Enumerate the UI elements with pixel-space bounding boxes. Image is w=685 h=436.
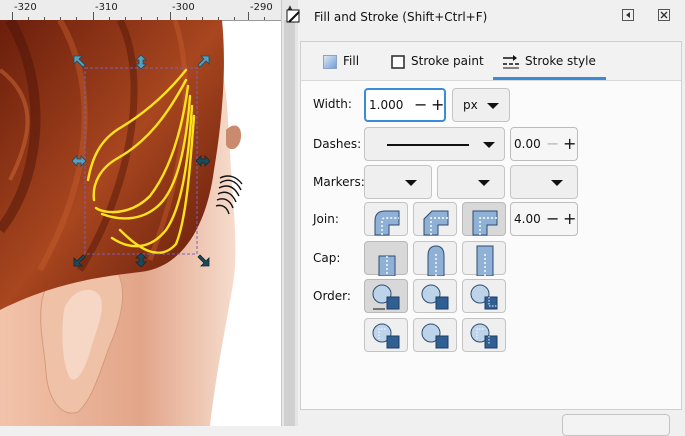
unit-value: px [463, 98, 478, 112]
ruler-label: -300 [172, 2, 195, 13]
ruler-label: -320 [14, 2, 37, 13]
tab-stroke-style-label: Stroke style [525, 54, 596, 68]
fill-icon [323, 54, 337, 69]
join-bevel-button[interactable] [413, 202, 457, 236]
cap-square-icon [476, 245, 494, 277]
dash-offset-value[interactable]: 0.00 [514, 137, 541, 151]
tab-bar: Fill Stroke paint Stroke style [301, 42, 681, 81]
chevron-down-icon [483, 142, 495, 148]
dialog-bottom-button[interactable] [562, 414, 670, 436]
dialog-titlebar: Fill and Stroke (Shift+Ctrl+F) [286, 0, 685, 34]
dialog-notebook: Fill Stroke paint Stroke style Width: 1.… [300, 41, 682, 410]
fill-stroke-icon [286, 9, 300, 23]
scale-handle-top-left[interactable] [73, 55, 87, 69]
join-round-button[interactable] [364, 202, 408, 236]
order-markers-fill-stroke-button[interactable] [364, 318, 408, 352]
vertical-scrollbar[interactable]: ▲ [281, 0, 299, 426]
chevron-down-icon [405, 180, 417, 186]
markers-label: Markers: [313, 175, 365, 189]
dash-offset-spinbox[interactable]: 0.00 − + [510, 127, 578, 161]
order-label: Order: [313, 289, 351, 303]
tab-stroke-paint[interactable]: Stroke paint [391, 42, 484, 80]
paint-order-icon [421, 323, 449, 349]
drawing-artwork[interactable] [0, 20, 281, 426]
width-value[interactable]: 1.000 [369, 98, 403, 112]
paint-order-icon [372, 323, 400, 349]
join-bevel-icon [423, 210, 449, 236]
miter-limit-decrement[interactable]: − [546, 211, 559, 227]
join-label: Join: [313, 212, 339, 226]
fill-and-stroke-dialog: Fill and Stroke (Shift+Ctrl+F) Fill Stro… [286, 0, 685, 436]
tab-stroke-style[interactable]: Stroke style [493, 42, 606, 80]
dashes-label: Dashes: [313, 137, 362, 151]
order-stroke-markers-fill-button[interactable] [413, 318, 457, 352]
tab-fill[interactable]: Fill [323, 42, 359, 80]
chevron-down-icon [478, 180, 490, 186]
width-decrement[interactable]: − [414, 97, 427, 113]
unit-dropdown[interactable]: px [452, 88, 510, 122]
dash-pattern-preview [387, 144, 469, 146]
ruler-label: -310 [95, 2, 118, 13]
cap-butt-icon [378, 255, 396, 277]
tab-stroke-paint-label: Stroke paint [411, 54, 484, 68]
miter-limit-increment[interactable]: + [563, 211, 576, 227]
chevron-down-icon [551, 180, 563, 186]
scale-handle-bottom-left[interactable] [73, 253, 87, 267]
dash-pattern-dropdown[interactable] [364, 127, 505, 161]
paint-order-icon [470, 284, 498, 310]
miter-limit-value[interactable]: 4.00 [514, 212, 541, 226]
cap-butt-button[interactable] [364, 241, 408, 277]
ruler-label: -290 [250, 2, 273, 13]
miter-limit-spinbox[interactable]: 4.00 − + [510, 202, 578, 236]
paint-order-icon [372, 284, 400, 310]
paint-order-icon [421, 284, 449, 310]
cap-round-icon [427, 245, 445, 277]
start-marker-dropdown[interactable] [364, 165, 432, 199]
paint-order-icon [470, 323, 498, 349]
horizontal-ruler: -320 -310 -300 -290 [0, 0, 281, 21]
dialog-title: Fill and Stroke (Shift+Ctrl+F) [314, 10, 488, 24]
close-icon[interactable] [656, 9, 672, 25]
order-fill-markers-stroke-button[interactable] [462, 279, 506, 313]
tab-fill-label: Fill [343, 54, 360, 68]
stroke-paint-icon [391, 54, 405, 69]
scale-handle-top-right[interactable] [196, 55, 210, 69]
stroke-style-icon [503, 54, 519, 68]
cap-label: Cap: [313, 251, 341, 265]
canvas-area[interactable]: -320 -310 -300 -290 [0, 0, 281, 426]
chevron-down-icon [487, 103, 499, 109]
order-stroke-fill-markers-button[interactable] [413, 279, 457, 313]
dash-offset-increment[interactable]: + [563, 136, 576, 152]
mid-marker-dropdown[interactable] [437, 165, 505, 199]
width-spinbox[interactable]: 1.000 − + [364, 88, 446, 122]
width-increment[interactable]: + [431, 97, 444, 113]
join-miter-button[interactable] [462, 202, 506, 236]
scale-handle-bottom[interactable] [134, 253, 148, 267]
join-miter-icon [472, 210, 498, 236]
dash-offset-decrement[interactable]: − [546, 136, 559, 152]
order-markers-stroke-fill-button[interactable] [462, 318, 506, 352]
scale-handle-top[interactable] [134, 55, 148, 69]
dock-icon[interactable] [620, 9, 636, 25]
scrollbar-thumb[interactable] [284, 20, 295, 426]
end-marker-dropdown[interactable] [510, 165, 578, 199]
width-label: Width: [313, 97, 352, 111]
join-round-icon [374, 210, 400, 236]
cap-square-button[interactable] [462, 241, 506, 277]
cap-round-button[interactable] [413, 241, 457, 277]
scale-handle-right[interactable] [196, 154, 210, 168]
order-fill-stroke-markers-button[interactable] [364, 279, 408, 313]
scale-handle-bottom-right[interactable] [196, 253, 210, 267]
scale-handle-left[interactable] [72, 154, 86, 168]
